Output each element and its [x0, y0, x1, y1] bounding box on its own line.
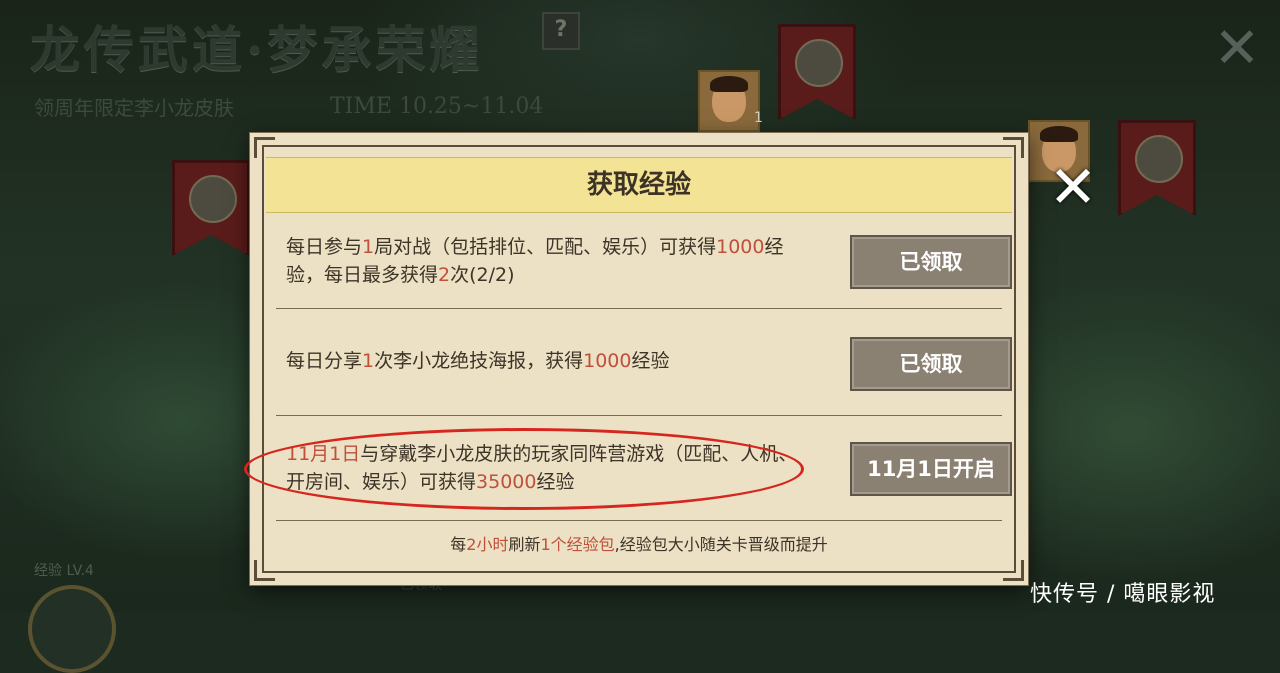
- help-button[interactable]: ?: [542, 12, 580, 50]
- highlight-text: 1000: [583, 350, 632, 372]
- level-ring: [28, 585, 116, 673]
- highlight-text: 2: [438, 264, 451, 286]
- task-description: 每日参与1局对战（包括排位、匹配、娱乐）可获得1000经验，每日最多获得2次(2…: [286, 233, 806, 289]
- task-description: 每日分享1次李小龙绝技海报，获得1000经验: [286, 347, 806, 375]
- task-row: 每日参与1局对战（包括排位、匹配、娱乐）可获得1000经验，每日最多获得2次(2…: [266, 223, 1012, 309]
- hero-emblem-icon: [189, 175, 237, 223]
- plain-text: 局对战（包括排位、匹配、娱乐）可获得: [374, 236, 717, 258]
- refresh-note: 每2小时刷新1个经验包,经验包大小随关卡晋级而提升: [266, 531, 1012, 555]
- dialog-title: 获取经验: [266, 157, 1012, 213]
- get-experience-dialog: 获取经验 每日参与1局对战（包括排位、匹配、娱乐）可获得1000经验，每日最多获…: [250, 133, 1028, 585]
- claimed-button[interactable]: 已领取: [850, 337, 1012, 391]
- plain-text: 次李小龙绝技海报，获得: [374, 350, 584, 372]
- claimed-button[interactable]: 已领取: [850, 235, 1012, 289]
- plain-text: 次(2/2): [450, 264, 515, 286]
- opens-nov1-button[interactable]: 11月1日开启: [850, 442, 1012, 496]
- plain-text: ,经验包大小随关卡晋级而提升: [614, 535, 828, 554]
- level-label: 经验 LV.4: [34, 563, 94, 579]
- frame-corner: [254, 560, 275, 581]
- player-avatar[interactable]: [698, 70, 760, 132]
- plain-text: 经验: [631, 350, 670, 372]
- hero-emblem-icon: [795, 39, 843, 87]
- event-subtitle: 领周年限定李小龙皮肤: [34, 96, 234, 120]
- highlight-text: 1个经验包: [540, 535, 615, 554]
- highlight-text: 1: [362, 350, 375, 372]
- plain-text: 刷新: [508, 535, 541, 554]
- frame-corner: [254, 137, 275, 158]
- event-time: TIME 10.25~11.04: [330, 94, 544, 119]
- frame-corner: [1003, 560, 1024, 581]
- row-divider: [276, 520, 1002, 521]
- event-title: 龙传武道·梦承荣耀: [30, 20, 484, 79]
- hero-emblem-icon: [1135, 135, 1183, 183]
- highlight-text: 2小时: [466, 535, 509, 554]
- watermark: 快传号 / 噶眼影视: [1030, 582, 1216, 607]
- red-annotation-ellipse: [244, 428, 804, 510]
- task-row: 每日分享1次李小龙绝技海报，获得1000经验 已领取: [266, 309, 1012, 415]
- highlight-text: 1000: [716, 236, 765, 258]
- close-icon[interactable]: ✕: [1040, 158, 1106, 216]
- plain-text: 每日分享: [286, 350, 363, 372]
- highlight-text: 1: [362, 236, 375, 258]
- plain-text: 每: [450, 535, 467, 554]
- frame-corner: [1003, 137, 1024, 158]
- plain-text: 每日参与: [286, 236, 363, 258]
- avatar-count: 1: [754, 110, 763, 126]
- close-event-icon[interactable]: ✕: [1210, 21, 1264, 77]
